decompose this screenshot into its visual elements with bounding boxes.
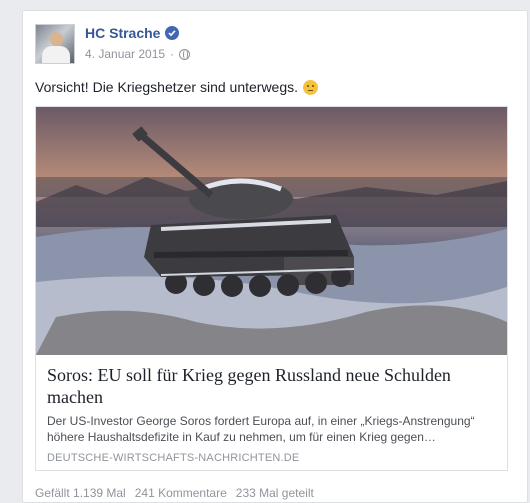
- avatar-shirt: [42, 46, 70, 63]
- engagement-stats: Gefällt 1.139 Mal 241 Kommentare 233 Mal…: [35, 486, 323, 500]
- shares-count[interactable]: 233 Mal geteilt: [236, 486, 314, 500]
- link-preview-card[interactable]: Soros: EU soll für Krieg gegen Russland …: [35, 106, 508, 471]
- post-message: Vorsicht! Die Kriegshetzer sind unterweg…: [35, 79, 299, 95]
- globe-icon[interactable]: [179, 48, 191, 60]
- avatar-head: [50, 32, 63, 46]
- author-name-link[interactable]: HC Strache: [85, 25, 180, 41]
- comments-count[interactable]: 241 Kommentare: [135, 486, 227, 500]
- author-avatar[interactable]: [35, 24, 75, 64]
- link-domain: DEUTSCHE-WIRTSCHAFTS-NACHRICHTEN.DE: [47, 452, 300, 464]
- link-title[interactable]: Soros: EU soll für Krieg gegen Russland …: [47, 364, 497, 408]
- link-description: Der US-Investor George Soros fordert Eur…: [47, 414, 475, 444]
- link-preview-image[interactable]: [36, 107, 507, 355]
- confused-face-emoji-icon: [303, 79, 319, 95]
- verified-badge-icon: [165, 26, 180, 40]
- post-date[interactable]: 4. Januar 2015: [85, 47, 165, 61]
- likes-count[interactable]: Gefällt 1.139 Mal: [35, 486, 126, 500]
- post-card: HC Strache 4. Januar 2015 · Vorsicht! Di…: [22, 10, 528, 503]
- author-name[interactable]: HC Strache: [85, 25, 160, 41]
- post-meta: 4. Januar 2015 ·: [85, 47, 191, 61]
- meta-separator: ·: [170, 47, 175, 61]
- post-text: Vorsicht! Die Kriegshetzer sind unterweg…: [35, 79, 319, 95]
